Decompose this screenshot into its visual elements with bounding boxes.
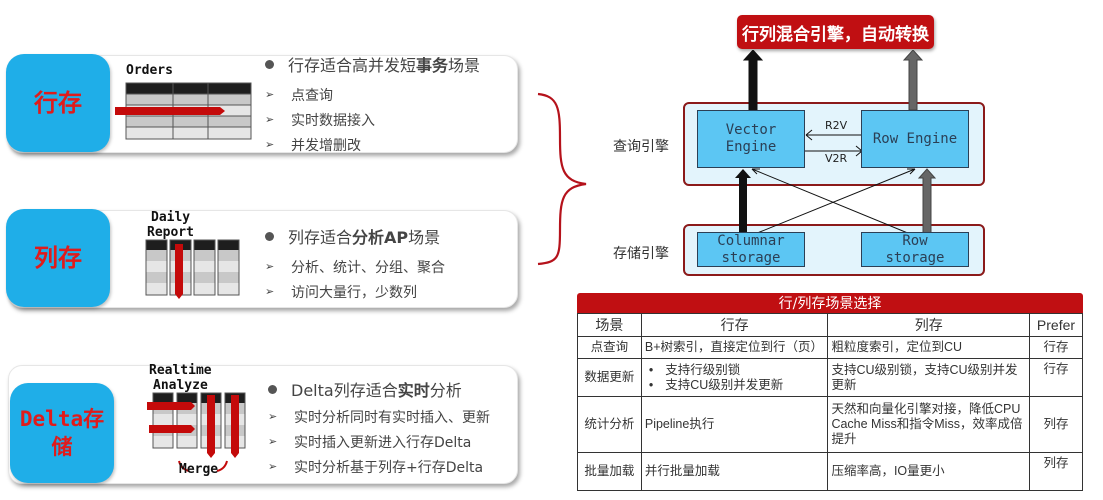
list-item: ➢ 实时分析同时有实时插入、更新 [268, 409, 490, 426]
delta-store-headline: Delta列存适合 实时 分析 [268, 377, 490, 401]
list-item: ➢ 分析、统计、分组、聚合 [265, 259, 445, 276]
column-store-tag-label: 列存 [34, 244, 82, 272]
row-storage-box: Row storage [861, 232, 969, 267]
arrow-bullet-icon: ➢ [265, 285, 275, 298]
delta-store-tag-line1: Delta存 [19, 407, 105, 431]
arrow-bullet-icon: ➢ [268, 435, 278, 448]
row-store-tag: 行存 [6, 54, 110, 152]
r2v-label: R2V [825, 119, 848, 132]
bullet-dot-icon [265, 59, 274, 69]
row-scan-arrow [115, 107, 225, 115]
column-scan-arrow [175, 244, 183, 299]
delta-insert-arrow-2 [149, 425, 195, 433]
realtime-analyze-label: Realtime Analyze [149, 363, 212, 393]
row-store-tag-label: 行存 [34, 89, 82, 117]
table-row: 点查询 B+树索引，直接定位到行（页） 粗粒度索引，定位到CU 行存 [577, 336, 1084, 359]
list-item: 支持行级别锁 [649, 363, 825, 378]
delta-scan-arrow-1 [207, 395, 215, 458]
row-table-icon [115, 82, 252, 140]
column-store-headline: 列存适合 分析AP 场景 [265, 224, 445, 248]
hybrid-engine-banner: 行列混合引擎，自动转换 [737, 15, 934, 49]
arrow-bullet-icon: ➢ [265, 138, 275, 151]
list-item: ➢ 实时数据接入 [265, 112, 375, 129]
header-row-store: 行存 [640, 313, 829, 337]
delta-store-tag-line2: 储 [51, 435, 73, 459]
list-item: ➢ 点查询 [265, 87, 333, 104]
row-table-header [126, 83, 251, 94]
table-header-row: 场景 行存 列存 Prefer [577, 313, 1084, 337]
row-store-points: 行存适合高并发短 事务 场景 ➢ 点查询 ➢ 实时数据接入 ➢ 并发增删改 [265, 52, 480, 157]
delta-store-points: Delta列存适合 实时 分析 ➢ 实时分析同时有实时插入、更新 ➢ 实时插入更新进入行… [268, 377, 490, 479]
daily-report-label: Daily Report [147, 210, 194, 240]
header-column-store: 列存 [827, 313, 1030, 337]
vector-output-arrow [742, 50, 764, 111]
arrow-bullet-icon: ➢ [268, 410, 278, 423]
arrow-bullet-icon: ➢ [265, 88, 275, 101]
column-table-icon [145, 239, 240, 299]
merge-label: Merge [179, 462, 219, 477]
delta-store-tag: Delta存 储 [10, 383, 114, 483]
column-store-points: 列存适合 分析AP 场景 ➢ 分析、统计、分组、聚合 ➢ 访问大量行，少数列 [265, 224, 445, 304]
delta-insert-arrow-1 [147, 402, 195, 410]
columnar-to-vector-arrow [735, 169, 751, 237]
row-storage-to-row-engine-arrow [917, 168, 937, 238]
arrow-bullet-icon: ➢ [265, 113, 275, 126]
table-row: 数据更新 支持行级别锁 支持CU级别并发更新 支持CU级别锁，支持CU级别并发更… [577, 358, 1084, 397]
comparison-table-title: 行/列存场景选择 [577, 293, 1083, 313]
delta-scan-arrow-2 [231, 395, 239, 458]
v2r-label: V2R [825, 152, 848, 165]
orders-label: Orders [126, 63, 173, 78]
bullet-dot-icon [268, 384, 277, 394]
column-store-tag: 列存 [6, 209, 110, 307]
vector-engine-box: Vector Engine [697, 110, 805, 168]
arrow-bullet-icon: ➢ [265, 260, 275, 273]
row-store-headline: 行存适合高并发短 事务 场景 [265, 52, 480, 76]
columnar-storage-box: Columnar storage [697, 232, 805, 267]
header-scene: 场景 [577, 313, 642, 337]
table-row: 批量加载 并行批量加载 压缩率高，IO量更小 列存 [577, 452, 1084, 491]
list-item: ➢ 实时分析基于列存+行存Delta [268, 459, 484, 476]
arrow-bullet-icon: ➢ [268, 460, 278, 473]
list-item: ➢ 访问大量行，少数列 [265, 284, 417, 301]
comparison-table: 场景 行存 列存 Prefer 点查询 B+树索引，直接定位到行（页） 粗粒度索… [577, 313, 1084, 491]
table-row: 统计分析 Pipeline执行 天然和向量化引擎对接，降低CPU Cache M… [577, 396, 1084, 453]
list-item: ➢ 实时插入更新进入行存Delta [268, 434, 472, 451]
list-item: 支持CU级别并发更新 [649, 378, 825, 393]
list-item: ➢ 并发增删改 [265, 137, 361, 154]
bullet-dot-icon [265, 231, 274, 241]
header-prefer: Prefer [1028, 313, 1084, 337]
row-output-arrow [902, 50, 924, 111]
curly-brace-icon [537, 92, 587, 266]
row-engine-box: Row Engine [861, 110, 969, 168]
